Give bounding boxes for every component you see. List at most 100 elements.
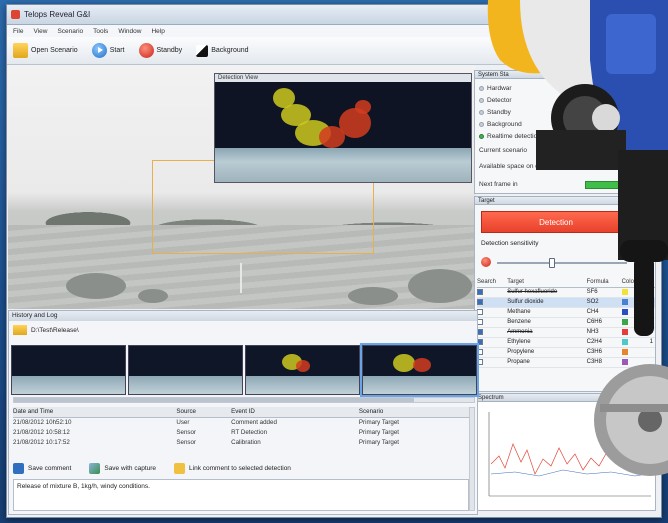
capture-thumbnail[interactable] <box>11 345 126 395</box>
target-row[interactable]: Methane CH4 <box>477 307 655 318</box>
background-button[interactable]: Background <box>194 40 250 62</box>
table-row[interactable]: 21/08/2012 10:17:52 Sensor Calibration P… <box>13 437 471 447</box>
capture-strip <box>11 343 479 397</box>
table-row[interactable]: 21/08/2012 10:58:12 Sensor RT Detection … <box>13 427 471 437</box>
spectrum-title: Spectrum <box>474 393 656 402</box>
colour-swatch[interactable] <box>621 308 628 315</box>
toolbar: Open Scenario Start Standby Background <box>7 37 661 65</box>
save-with-capture-button[interactable]: Save with capture <box>89 461 156 475</box>
cell: Comment added <box>231 418 277 426</box>
sensitivity-slider-handle[interactable] <box>549 258 556 268</box>
col-event-id[interactable]: Event ID <box>231 407 359 418</box>
horizontal-scrollbar[interactable] <box>13 397 475 403</box>
spectrum-plot <box>488 412 651 497</box>
col-target[interactable]: Target <box>507 277 587 288</box>
gas-plume <box>296 360 310 372</box>
spectrum-panel: Spectrum <box>474 393 656 511</box>
target-row[interactable]: Sulfur dioxide SO2 <box>477 297 655 308</box>
target-name: Propylene <box>507 347 587 358</box>
search-checkbox-cell <box>477 357 508 368</box>
target-colour-cell <box>621 297 650 308</box>
target-count <box>649 357 655 368</box>
colour-swatch[interactable] <box>621 298 628 305</box>
open-scenario-button[interactable]: Open Scenario <box>11 40 80 62</box>
search-checkbox[interactable] <box>477 298 483 305</box>
folder-icon[interactable] <box>13 325 27 335</box>
comment-field[interactable]: Release of mixture B, 1kg/h, windy condi… <box>13 479 469 511</box>
col-colour[interactable]: Colour <box>621 277 650 288</box>
save-comment-label: Save comment <box>28 464 72 472</box>
target-colour-cell <box>621 317 650 328</box>
menu-help[interactable]: Help <box>151 28 164 35</box>
col-formula[interactable]: Formula <box>586 277 622 288</box>
next-frame: Next frame in <box>479 181 518 188</box>
next-frame-label: Next frame in <box>479 181 518 188</box>
target-name: Ammonia <box>507 327 587 338</box>
background-icon <box>196 44 209 57</box>
start-button[interactable]: Start <box>90 40 127 62</box>
status-dot-icon <box>479 98 484 103</box>
capture-thumbnail[interactable] <box>128 345 243 395</box>
colour-swatch[interactable] <box>621 318 628 325</box>
bush <box>138 289 168 303</box>
search-checkbox-cell <box>477 327 508 338</box>
target-row[interactable]: Benzene C6H6 <box>477 317 655 328</box>
history-log-panel: History and Log D:\Test\Release\ Date an… <box>8 310 479 515</box>
search-checkbox-cell <box>477 297 508 308</box>
sensitivity-slider[interactable] <box>497 258 627 268</box>
colour-swatch[interactable] <box>621 348 628 355</box>
menu-view[interactable]: View <box>33 28 47 35</box>
link-comment-button[interactable]: Link comment to selected detection <box>174 461 291 475</box>
target-row[interactable]: Propane C3H8 <box>477 357 655 368</box>
folder-icon <box>13 43 28 58</box>
menu-file[interactable]: File <box>13 28 23 35</box>
vertical-scrollbar[interactable] <box>469 407 475 511</box>
current-scenario-label: Current scenario <box>479 147 528 154</box>
detection-indicator[interactable]: Detection <box>481 211 631 233</box>
status-realtime: Realtime detection <box>479 133 541 140</box>
cell: 21/08/2012 10:58:12 <box>13 428 70 436</box>
cell: Sensor <box>176 438 196 446</box>
col-date-time[interactable]: Date and Time <box>13 407 177 418</box>
table-row[interactable]: 21/08/2012 10h52:10 User Comment added P… <box>13 417 471 427</box>
target-formula: C3H6 <box>586 347 622 358</box>
target-row[interactable]: Sulfur hexafluoride SF6 <box>477 287 655 298</box>
colour-swatch[interactable] <box>621 358 628 365</box>
col-search[interactable]: Search <box>477 277 508 288</box>
search-checkbox-cell <box>477 287 508 298</box>
menu-window[interactable]: Window <box>118 28 141 35</box>
history-title: History and Log <box>9 311 477 321</box>
target-count: 1 <box>649 337 655 348</box>
colour-swatch[interactable] <box>621 288 628 295</box>
menu-scenario[interactable]: Scenario <box>57 28 83 35</box>
capture-icon <box>89 462 101 474</box>
path-text: D:\Test\Release\ <box>31 326 79 334</box>
target-formula: C3H8 <box>586 357 622 368</box>
capture-thumbnail[interactable] <box>245 345 360 395</box>
target-row[interactable]: Ammonia NH3 2 <box>477 327 655 338</box>
save-comment-button[interactable]: Save comment <box>13 461 71 475</box>
capture-thumbnail-selected[interactable] <box>360 343 479 397</box>
search-checkbox-cell <box>477 317 508 328</box>
target-name: Benzene <box>507 317 587 328</box>
target-row[interactable]: Ethylene C2H4 1 <box>477 337 655 348</box>
path-row: D:\Test\Release\ <box>13 325 79 335</box>
search-checkbox[interactable] <box>477 288 483 295</box>
open-scenario-label: Open Scenario <box>31 47 78 54</box>
scrollbar-thumb[interactable] <box>14 398 414 402</box>
target-row[interactable]: Propylene C3H6 <box>477 347 655 358</box>
target-colour-cell <box>621 357 650 368</box>
standby-icon <box>138 43 154 58</box>
detection-view[interactable]: Detection View <box>214 73 472 183</box>
gas-plume <box>393 354 415 372</box>
standby-button[interactable]: Standby <box>137 40 185 62</box>
save-icon <box>13 462 24 474</box>
target-colour-cell <box>621 327 650 338</box>
current-scenario: Current scenario <box>479 147 527 154</box>
colour-swatch[interactable] <box>621 338 628 345</box>
col-source[interactable]: Source <box>176 407 232 418</box>
colour-swatch[interactable] <box>621 328 628 335</box>
menu-tools[interactable]: Tools <box>93 28 108 35</box>
status-dot-icon <box>479 110 484 115</box>
col-scenario[interactable]: Scenario <box>358 407 471 418</box>
